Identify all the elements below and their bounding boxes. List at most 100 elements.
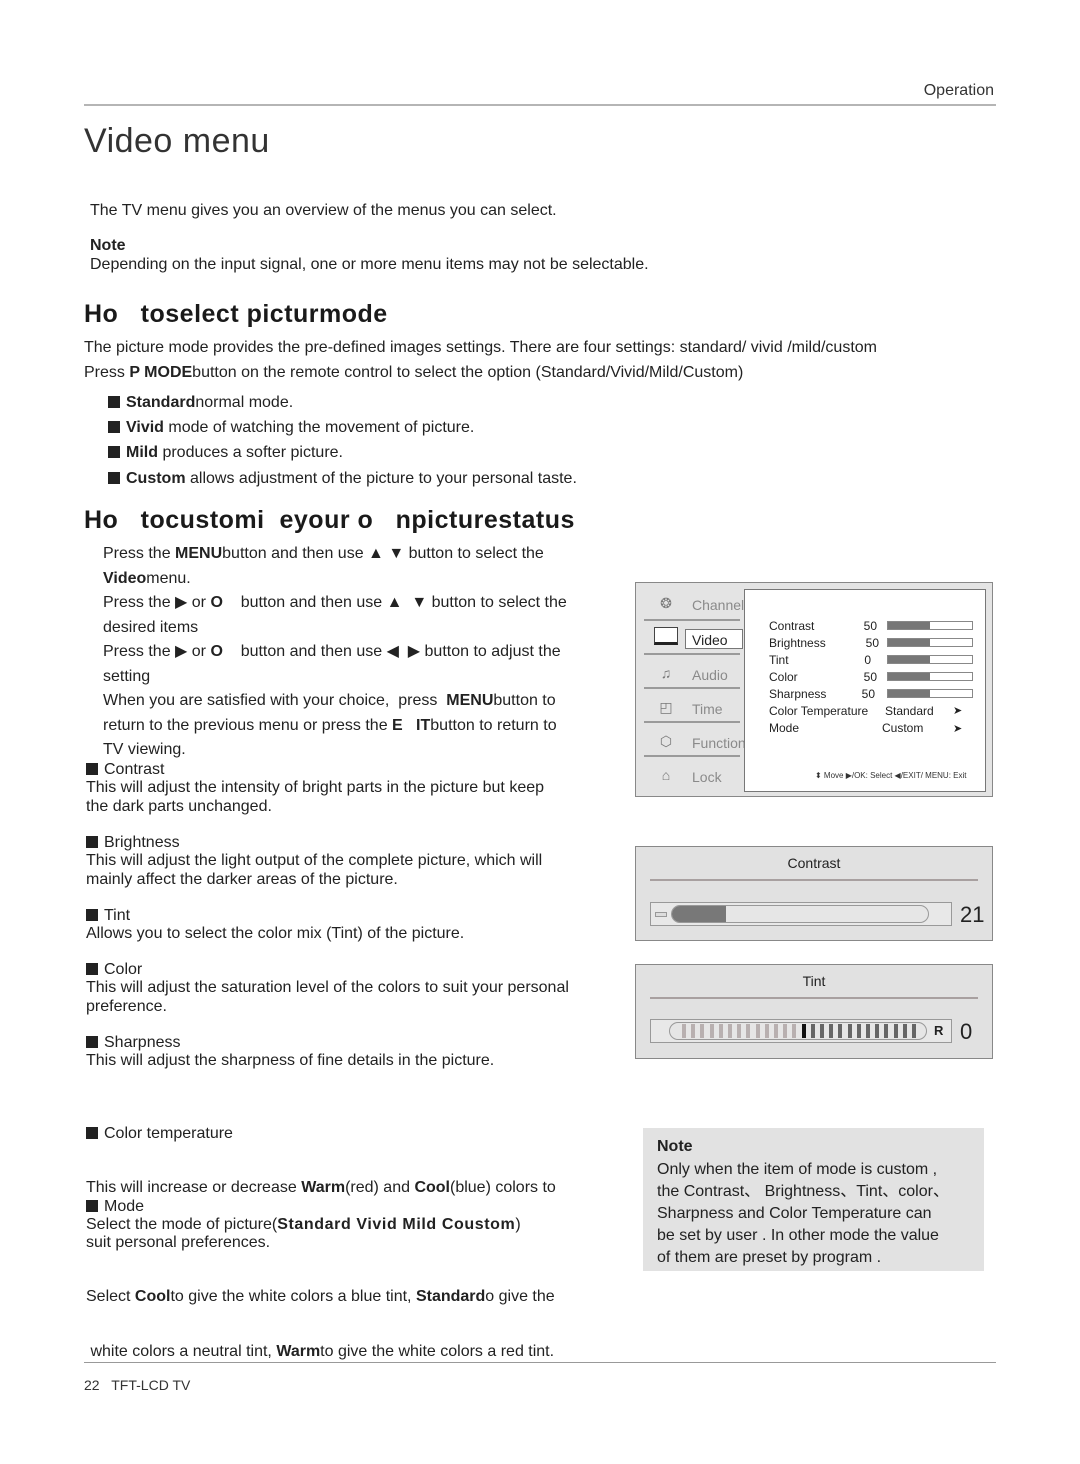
tv-level-bar [887, 621, 973, 630]
page-number: 22 [84, 1377, 100, 1393]
text: Press the ▶ or [103, 643, 211, 660]
divider [644, 619, 740, 621]
text: menu. [146, 569, 191, 587]
tv-level-fill [888, 622, 930, 629]
bullet-icon [86, 963, 98, 975]
feature-name: Tint [104, 907, 131, 924]
tv-option-label: Mode [769, 721, 800, 735]
tint-tick [856, 1024, 861, 1038]
ok-key: O [210, 594, 223, 611]
arrow-right-icon: ➤ [953, 705, 963, 717]
warm-term: Warm [276, 1342, 321, 1360]
contrast-osd: Contrast 21 [635, 846, 993, 941]
text: button and then use ▲ ▼ button to select… [222, 545, 544, 562]
intro-text: The TV menu gives you an overview of the… [90, 202, 557, 219]
tint-tick [820, 1024, 824, 1038]
feature-desc: This will increase or decrease Warm(red)… [86, 1179, 556, 1198]
monitor-icon [654, 627, 678, 645]
tv-row-value: 50 [861, 687, 875, 701]
tv-row-value: 50 [863, 670, 877, 684]
function-icon: ⬡ [659, 733, 673, 749]
mode-desc: normal mode. [195, 394, 294, 411]
minus-icon [655, 912, 667, 917]
feature-desc: This will adjust the intensity of bright… [86, 779, 545, 796]
tint-tick [902, 1024, 907, 1038]
clock-icon: ◰ [659, 699, 673, 715]
tint-tick [783, 1024, 788, 1038]
tv-level-bar [887, 655, 973, 664]
bullet-icon [108, 446, 120, 458]
bullet-icon [86, 763, 98, 775]
step-4-cont: return to the previous menu or press the… [103, 714, 633, 739]
tv-sidebar-label: Function [692, 735, 746, 751]
page-title: Video menu [84, 122, 270, 160]
tint-tick [875, 1024, 880, 1038]
audio-icon: ♫ [660, 665, 672, 681]
bullet-icon [86, 836, 98, 848]
standard-term: Standard [415, 1288, 486, 1305]
tv-level-fill [888, 639, 930, 646]
tint-tick [801, 1024, 806, 1038]
tv-sidebar-label-selected: Video [685, 629, 743, 649]
satellite-dish-icon: ❂ [660, 595, 672, 611]
text: to give the white colors a red tint. [320, 1342, 555, 1360]
mode-desc: mode of watching the movement of picture… [163, 419, 475, 436]
feature-name: Sharpness [104, 1034, 181, 1051]
instruction-steps: Press the MENUbutton and then use ▲ ▼ bu… [103, 542, 633, 763]
tv-row-value: 0 [864, 653, 871, 667]
note-line: be set by user . In other mode the value [657, 1227, 939, 1244]
menu-key: MENU [446, 692, 494, 709]
bullet-icon [108, 472, 120, 484]
step-1-cont: Videomenu. [103, 567, 633, 592]
picture-mode-press-line: Press P MODEbutton on the remote control… [84, 364, 743, 382]
mode-desc: produces a softer picture. [158, 444, 343, 461]
text: white colors a neutral tint, [86, 1342, 277, 1360]
tv-option-value: Custom [882, 721, 924, 735]
lock-icon: ⌂ [661, 767, 671, 783]
note-line: Sharpness and Color Temperature can [657, 1205, 932, 1222]
text: button to return to [430, 716, 557, 734]
bullet-icon [108, 396, 120, 408]
divider [644, 755, 740, 757]
tint-tick [728, 1024, 732, 1038]
section-label: Operation [923, 82, 994, 99]
note-line: the Contrast、 Brightness、Tint、color、 [657, 1183, 949, 1200]
product-name: TFT-LCD TV [111, 1377, 191, 1393]
feature-desc: the dark parts unchanged. [86, 797, 272, 815]
feature-contrast: Contrast This will adjust the intensity … [86, 761, 544, 816]
red-marker: R [934, 1023, 944, 1038]
tv-sidebar-label: Lock [692, 769, 722, 785]
tint-tick [893, 1024, 898, 1038]
exit-key: E IT [392, 716, 431, 734]
mode-item-custom: Custom allows adjustment of the picture … [108, 470, 577, 488]
tv-sidebar-item-channel: ❂ Channel [642, 589, 745, 619]
tv-option-value: Standard [885, 704, 934, 718]
divider [644, 653, 740, 655]
step-3-cont: setting [103, 667, 151, 685]
tv-row-label: Color [769, 670, 798, 684]
tv-sidebar-item-audio: ♫ Audio [642, 659, 742, 689]
note-heading: Note [90, 237, 126, 254]
bullet-icon [86, 909, 98, 921]
step-4: When you are satisfied with your choice,… [103, 689, 633, 714]
tv-help-bar: ⬍ Move ▶/OK: Select ◀/EXIT/ MENU: Exit [815, 771, 967, 780]
tv-row-label: Brightness [769, 636, 826, 650]
mode-item-mild: Mild produces a softer picture. [108, 444, 343, 462]
tint-tick [774, 1024, 778, 1038]
tv-sidebar-item-function: ⬡ Function [642, 727, 746, 757]
text: (red) and [345, 1179, 415, 1196]
text: button to [493, 692, 556, 709]
note-text: Only when the item of mode is custom , t… [657, 1159, 949, 1269]
step-2-cont: desired items [103, 618, 199, 636]
tint-tick [829, 1024, 834, 1038]
feature-desc: This will adjust the light output of the… [86, 852, 543, 869]
picture-mode-paragraph: The picture mode provides the pre-define… [84, 339, 877, 356]
cool-term: Cool [414, 1179, 450, 1196]
tv-video-panel: Contrast 50 Brightness 50 Tint 0 Color 5… [744, 589, 986, 792]
tv-level-bar [887, 689, 973, 698]
tint-tick [700, 1024, 705, 1038]
tv-sidebar-label: Channel [692, 597, 745, 613]
osd-value: 0 [960, 1019, 973, 1044]
tv-level-bar [887, 638, 973, 647]
text: button and then use ▲ ▼ button to select… [222, 594, 567, 611]
